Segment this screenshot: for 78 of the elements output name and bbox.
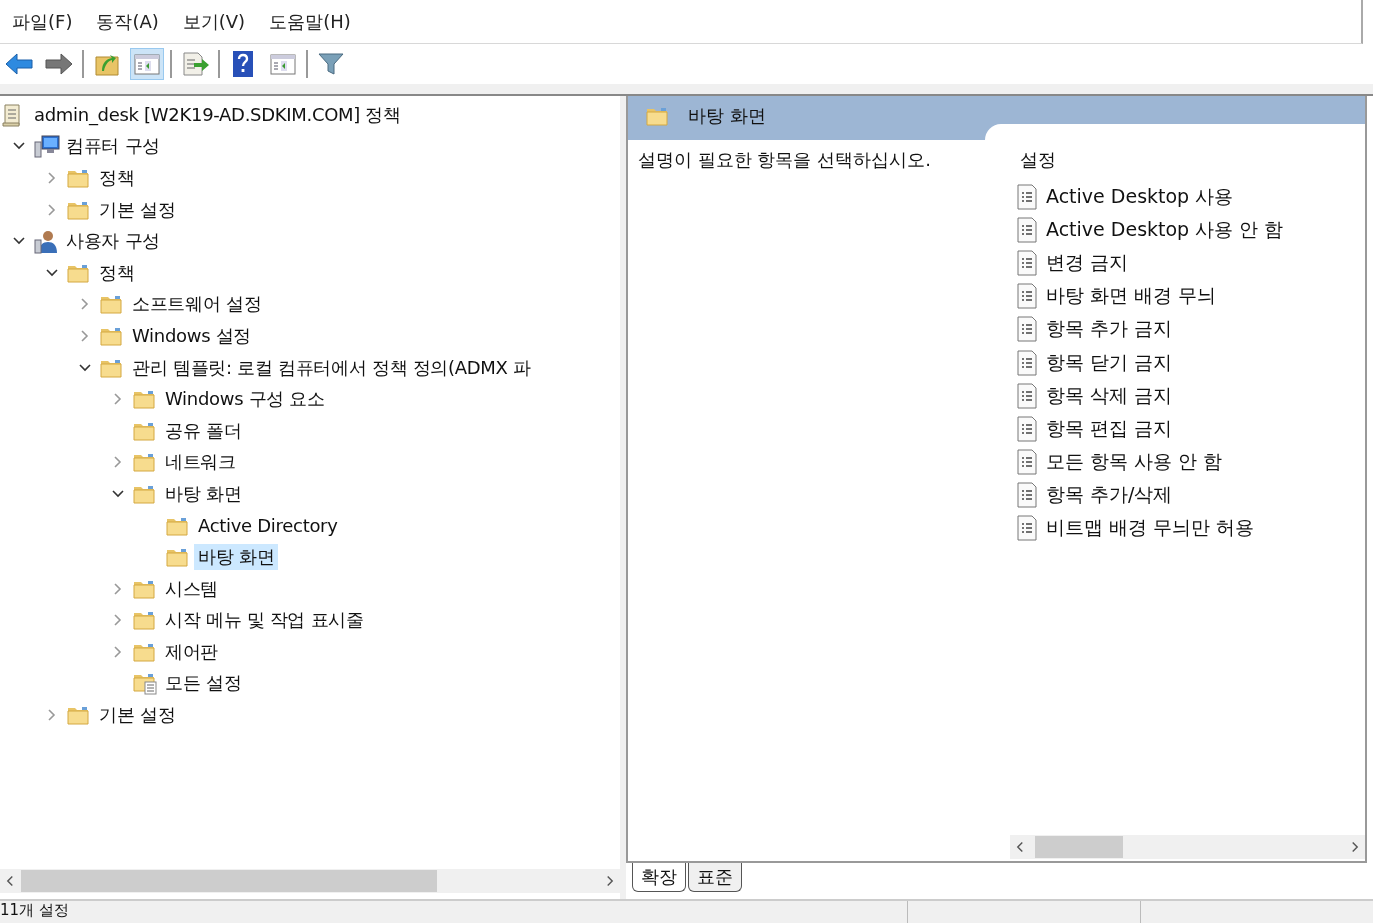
setting-document-icon xyxy=(1016,482,1038,509)
tree-item[interactable]: admin_desk [W2K19-AD.SDKIM.COM] 정책 xyxy=(30,101,405,128)
menu-item[interactable]: 동작(A) xyxy=(88,9,167,34)
setting-document-icon xyxy=(1016,415,1038,442)
view-tab[interactable]: 확장 xyxy=(632,863,686,892)
setting-item[interactable]: 항목 추가 금지 xyxy=(1046,316,1173,343)
horizontal-scrollbar[interactable] xyxy=(1010,835,1365,859)
user-icon xyxy=(34,228,60,255)
help-icon xyxy=(230,50,256,78)
export-list-icon xyxy=(180,51,210,77)
setting-item[interactable]: 모든 항목 사용 안 함 xyxy=(1046,449,1223,476)
folder-icon xyxy=(67,704,89,727)
tree-item[interactable]: 제어판 xyxy=(161,638,223,665)
tree-item[interactable]: 정책 xyxy=(95,259,139,286)
setting-document-icon xyxy=(1016,349,1038,376)
folder-document-icon xyxy=(133,671,157,696)
tree-item[interactable]: 공유 폴더 xyxy=(161,417,246,444)
tree-item[interactable]: Windows 설정 xyxy=(128,322,256,349)
tree-item[interactable]: 시스템 xyxy=(161,575,223,602)
setting-document-icon xyxy=(1016,183,1038,210)
tree-item[interactable]: Windows 구성 요소 xyxy=(161,386,329,413)
scrollbar-thumb[interactable] xyxy=(1035,836,1123,858)
setting-item[interactable]: 항목 닫기 금지 xyxy=(1046,349,1173,376)
setting-document-icon xyxy=(1016,283,1038,310)
tree-item[interactable]: 네트워크 xyxy=(161,449,240,476)
menu-item[interactable]: 파일(F) xyxy=(4,9,81,34)
computer-icon xyxy=(34,134,60,159)
folder-icon xyxy=(166,546,188,569)
scroll-right-icon[interactable] xyxy=(605,875,614,887)
folder-icon xyxy=(133,451,155,474)
details-title: 바탕 화면 xyxy=(688,104,766,128)
setting-document-icon xyxy=(1016,316,1038,343)
folder-icon xyxy=(133,388,155,411)
folder-icon xyxy=(67,167,89,189)
back-arrow-icon xyxy=(4,51,34,77)
column-header[interactable]: 설정 xyxy=(1010,140,1056,174)
setting-document-icon xyxy=(1016,449,1038,476)
tree-item[interactable]: 모든 설정 xyxy=(161,670,246,697)
tree-item[interactable]: 소프트웨어 설정 xyxy=(128,291,266,318)
tree-item[interactable]: 기본 설정 xyxy=(95,196,180,223)
setting-document-icon xyxy=(1016,249,1038,276)
tree-item[interactable]: 관리 템플릿: 로컬 컴퓨터에서 정책 정의(ADMX 파 xyxy=(128,354,535,381)
scroll-left-icon[interactable] xyxy=(1016,841,1025,853)
setting-document-icon xyxy=(1016,216,1038,243)
setting-item[interactable]: Active Desktop 사용 xyxy=(1046,183,1234,210)
menu-item[interactable]: 도움말(H) xyxy=(261,9,359,34)
scroll-left-icon[interactable] xyxy=(6,875,15,887)
forward-arrow-icon xyxy=(44,51,74,77)
pane-toggle-icon xyxy=(268,51,298,77)
folder-icon xyxy=(100,293,122,316)
scrollbar-thumb[interactable] xyxy=(21,870,438,892)
horizontal-scrollbar[interactable] xyxy=(0,869,620,893)
tree-item[interactable]: 컴퓨터 구성 xyxy=(62,133,164,160)
tree-item[interactable]: 바탕 화면 xyxy=(161,480,246,507)
tree-item[interactable]: 정책 xyxy=(95,165,139,191)
folder-icon xyxy=(646,105,668,127)
setting-item[interactable]: 변경 금지 xyxy=(1046,249,1129,276)
tree-item[interactable]: 시작 메뉴 및 작업 표시줄 xyxy=(161,607,368,634)
folder-icon xyxy=(133,609,155,632)
status-text: 11개 설정 xyxy=(0,902,70,919)
view-tab[interactable]: 표준 xyxy=(688,863,742,892)
tree-item[interactable]: 바탕 화면 xyxy=(194,544,279,571)
setting-item[interactable]: 바탕 화면 배경 무늬 xyxy=(1046,283,1217,310)
setting-item[interactable]: 비트맵 배경 무늬만 허용 xyxy=(1046,515,1255,542)
tree-item[interactable]: 사용자 구성 xyxy=(62,228,164,255)
setting-item[interactable]: 항목 편집 금지 xyxy=(1046,415,1173,442)
menu-item[interactable]: 보기(V) xyxy=(174,9,254,34)
setting-item[interactable]: 항목 삭제 금지 xyxy=(1046,382,1173,409)
setting-item[interactable]: Active Desktop 사용 안 함 xyxy=(1046,216,1284,243)
setting-item[interactable]: 항목 추가/삭제 xyxy=(1046,482,1173,509)
pane-toggle-icon xyxy=(132,51,162,77)
setting-document-icon xyxy=(1016,515,1038,542)
tree-item[interactable]: 기본 설정 xyxy=(95,702,180,729)
filter-icon xyxy=(316,51,346,77)
description-text: 설명이 필요한 항목을 선택하십시오. xyxy=(638,149,931,170)
tree-item[interactable]: Active Directory xyxy=(194,514,342,537)
scroll-right-icon[interactable] xyxy=(1350,841,1359,853)
setting-document-icon xyxy=(1016,382,1038,409)
